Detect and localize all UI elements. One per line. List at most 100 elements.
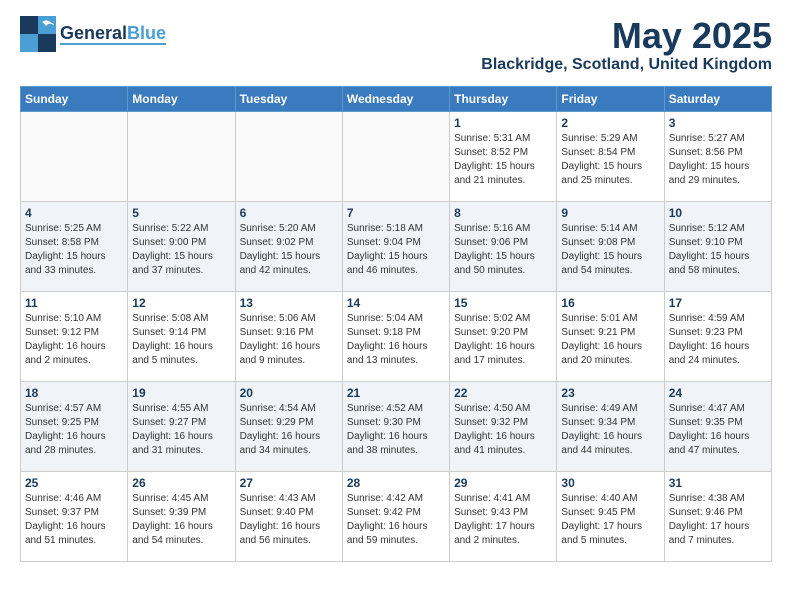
calendar-cell: 3 Sunrise: 5:27 AMSunset: 8:56 PMDaylight…: [664, 111, 771, 201]
day-info: Sunrise: 5:27 AMSunset: 8:56 PMDaylight:…: [669, 132, 767, 188]
calendar-cell: 6Sunrise: 5:20 AMSunset: 9:02 PMDaylight…: [235, 201, 342, 291]
calendar-week-row: 25 Sunrise: 4:46 AMSunset: 9:37 PMDayligh…: [21, 471, 772, 561]
calendar-week-row: 4 Sunrise: 5:25 AMSunset: 8:58 PMDaylight…: [21, 201, 772, 291]
calendar-cell: 18Sunrise: 4:57 AMSunset: 9:25 PMDayligh…: [21, 381, 128, 471]
header-row: Sunday Monday Tuesday Wednesday Thursday…: [21, 86, 772, 111]
day-info: Sunrise: 4:46 AMSunset: 9:37 PMDaylight:…: [25, 492, 123, 548]
calendar-cell: 2 Sunrise: 5:29 AMSunset: 8:54 PMDaylight…: [557, 111, 664, 201]
calendar-cell: 16 Sunrise: 5:01 AMSunset: 9:21 PMDayligh…: [557, 291, 664, 381]
logo-general: General: [60, 23, 127, 43]
day-number: 29: [454, 476, 552, 490]
calendar-cell: 19Sunrise: 4:55 AMSunset: 9:27 PMDayligh…: [128, 381, 235, 471]
day-info: Sunrise: 4:40 AMSunset: 9:45 PMDaylight:…: [561, 492, 659, 548]
day-info: Sunrise: 4:38 AMSunset: 9:46 PMDaylight:…: [669, 492, 767, 548]
calendar-cell: 1 Sunrise: 5:31 AMSunset: 8:52 PMDaylight…: [450, 111, 557, 201]
day-number: 8: [454, 206, 552, 220]
day-number: 10: [669, 206, 767, 220]
logo-icon: [20, 16, 56, 52]
calendar-cell: 12 Sunrise: 5:08 AMSunset: 9:14 PMDayligh…: [128, 291, 235, 381]
calendar-cell: 26 Sunrise: 4:45 AMSunset: 9:39 PMDayligh…: [128, 471, 235, 561]
day-info: Sunrise: 4:41 AMSunset: 9:43 PMDaylight:…: [454, 492, 552, 548]
calendar-cell: 20 Sunrise: 4:54 AMSunset: 9:29 PMDayligh…: [235, 381, 342, 471]
day-number: 3: [669, 116, 767, 130]
col-saturday: Saturday: [664, 86, 771, 111]
day-number: 21: [347, 386, 445, 400]
day-number: 13: [240, 296, 338, 310]
day-info: Sunrise: 5:08 AMSunset: 9:14 PMDaylight:…: [132, 312, 230, 368]
calendar-cell: [21, 111, 128, 201]
calendar-cell: 28Sunrise: 4:42 AMSunset: 9:42 PMDayligh…: [342, 471, 449, 561]
calendar-cell: 9 Sunrise: 5:14 AMSunset: 9:08 PMDaylight…: [557, 201, 664, 291]
day-info: Sunrise: 5:25 AMSunset: 8:58 PMDaylight:…: [25, 222, 123, 278]
calendar-cell: [342, 111, 449, 201]
day-number: 14: [347, 296, 445, 310]
calendar-cell: [235, 111, 342, 201]
calendar-cell: 29 Sunrise: 4:41 AMSunset: 9:43 PMDayligh…: [450, 471, 557, 561]
day-number: 15: [454, 296, 552, 310]
day-number: 6: [240, 206, 338, 220]
day-number: 17: [669, 296, 767, 310]
calendar-cell: 24Sunrise: 4:47 AMSunset: 9:35 PMDayligh…: [664, 381, 771, 471]
calendar-week-row: 18Sunrise: 4:57 AMSunset: 9:25 PMDayligh…: [21, 381, 772, 471]
day-number: 25: [25, 476, 123, 490]
calendar-cell: 15 Sunrise: 5:02 AMSunset: 9:20 PMDayligh…: [450, 291, 557, 381]
day-number: 31: [669, 476, 767, 490]
calendar-table: Sunday Monday Tuesday Wednesday Thursday…: [20, 86, 772, 562]
day-number: 11: [25, 296, 123, 310]
day-info: Sunrise: 5:04 AMSunset: 9:18 PMDaylight:…: [347, 312, 445, 368]
day-number: 16: [561, 296, 659, 310]
day-info: Sunrise: 5:29 AMSunset: 8:54 PMDaylight:…: [561, 132, 659, 188]
col-wednesday: Wednesday: [342, 86, 449, 111]
calendar-cell: 17Sunrise: 4:59 AMSunset: 9:23 PMDayligh…: [664, 291, 771, 381]
calendar-header: Sunday Monday Tuesday Wednesday Thursday…: [21, 86, 772, 111]
day-info: Sunrise: 5:18 AMSunset: 9:04 PMDaylight:…: [347, 222, 445, 278]
calendar-cell: 22 Sunrise: 4:50 AMSunset: 9:32 PMDayligh…: [450, 381, 557, 471]
day-info: Sunrise: 4:54 AMSunset: 9:29 PMDaylight:…: [240, 402, 338, 458]
calendar-cell: 10Sunrise: 5:12 AMSunset: 9:10 PMDayligh…: [664, 201, 771, 291]
calendar-cell: 14 Sunrise: 5:04 AMSunset: 9:18 PMDayligh…: [342, 291, 449, 381]
day-number: 22: [454, 386, 552, 400]
day-info: Sunrise: 4:47 AMSunset: 9:35 PMDaylight:…: [669, 402, 767, 458]
day-info: Sunrise: 4:52 AMSunset: 9:30 PMDaylight:…: [347, 402, 445, 458]
calendar-cell: 11Sunrise: 5:10 AMSunset: 9:12 PMDayligh…: [21, 291, 128, 381]
title-area: May 2025 Blackridge, Scotland, United Ki…: [481, 16, 772, 74]
day-info: Sunrise: 5:06 AMSunset: 9:16 PMDaylight:…: [240, 312, 338, 368]
calendar-cell: 21 Sunrise: 4:52 AMSunset: 9:30 PMDayligh…: [342, 381, 449, 471]
day-info: Sunrise: 4:42 AMSunset: 9:42 PMDaylight:…: [347, 492, 445, 548]
location-title: Blackridge, Scotland, United Kingdom: [481, 56, 772, 74]
calendar-cell: 13 Sunrise: 5:06 AMSunset: 9:16 PMDayligh…: [235, 291, 342, 381]
day-number: 20: [240, 386, 338, 400]
day-number: 9: [561, 206, 659, 220]
day-info: Sunrise: 4:55 AMSunset: 9:27 PMDaylight:…: [132, 402, 230, 458]
day-info: Sunrise: 5:02 AMSunset: 9:20 PMDaylight:…: [454, 312, 552, 368]
calendar-cell: 25 Sunrise: 4:46 AMSunset: 9:37 PMDayligh…: [21, 471, 128, 561]
day-info: Sunrise: 4:50 AMSunset: 9:32 PMDaylight:…: [454, 402, 552, 458]
col-friday: Friday: [557, 86, 664, 111]
day-info: Sunrise: 5:01 AMSunset: 9:21 PMDaylight:…: [561, 312, 659, 368]
calendar-cell: 4 Sunrise: 5:25 AMSunset: 8:58 PMDaylight…: [21, 201, 128, 291]
day-info: Sunrise: 4:57 AMSunset: 9:25 PMDaylight:…: [25, 402, 123, 458]
col-monday: Monday: [128, 86, 235, 111]
calendar-cell: 5Sunrise: 5:22 AMSunset: 9:00 PMDaylight…: [128, 201, 235, 291]
logo-blue: Blue: [127, 23, 166, 43]
day-number: 2: [561, 116, 659, 130]
col-tuesday: Tuesday: [235, 86, 342, 111]
calendar-body: 1 Sunrise: 5:31 AMSunset: 8:52 PMDaylight…: [21, 111, 772, 561]
calendar-cell: [128, 111, 235, 201]
day-number: 26: [132, 476, 230, 490]
day-info: Sunrise: 4:45 AMSunset: 9:39 PMDaylight:…: [132, 492, 230, 548]
day-number: 4: [25, 206, 123, 220]
page-header: GeneralBlue May 2025 Blackridge, Scotlan…: [20, 16, 772, 74]
calendar-cell: 8Sunrise: 5:16 AMSunset: 9:06 PMDaylight…: [450, 201, 557, 291]
calendar-week-row: 1 Sunrise: 5:31 AMSunset: 8:52 PMDaylight…: [21, 111, 772, 201]
day-number: 30: [561, 476, 659, 490]
logo: GeneralBlue: [20, 16, 166, 52]
day-info: Sunrise: 5:14 AMSunset: 9:08 PMDaylight:…: [561, 222, 659, 278]
day-info: Sunrise: 5:31 AMSunset: 8:52 PMDaylight:…: [454, 132, 552, 188]
day-number: 12: [132, 296, 230, 310]
day-number: 27: [240, 476, 338, 490]
day-number: 1: [454, 116, 552, 130]
day-number: 7: [347, 206, 445, 220]
calendar-cell: 31 Sunrise: 4:38 AMSunset: 9:46 PMDayligh…: [664, 471, 771, 561]
calendar-cell: 7 Sunrise: 5:18 AMSunset: 9:04 PMDaylight…: [342, 201, 449, 291]
